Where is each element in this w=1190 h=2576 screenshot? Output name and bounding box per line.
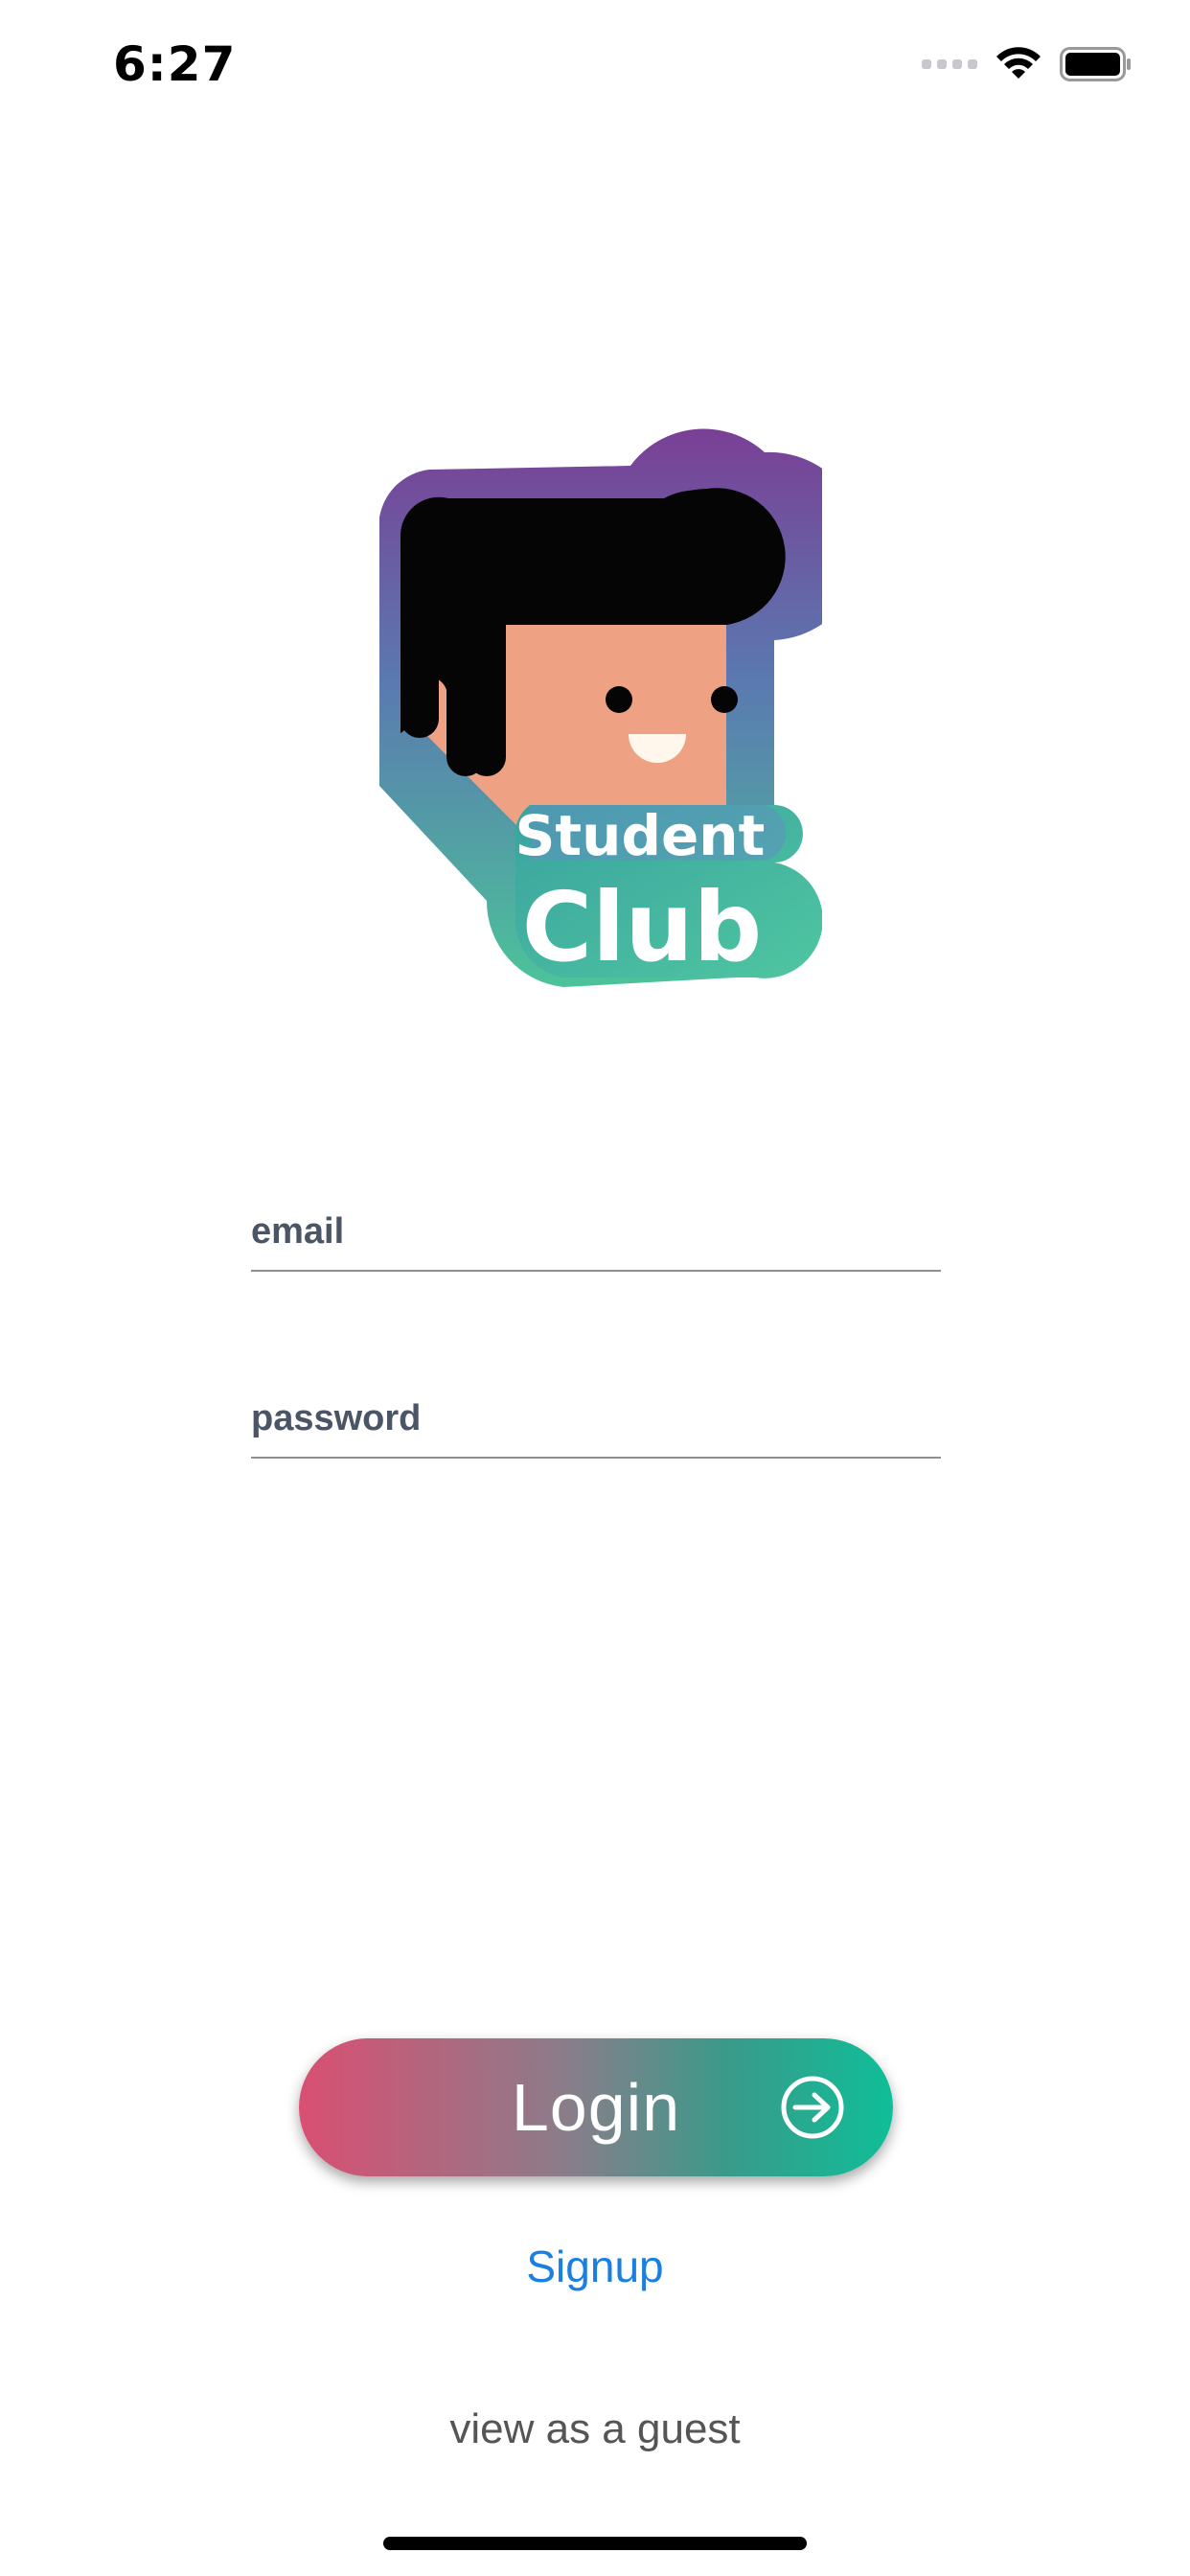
status-time: 6:27 [113,36,237,92]
status-icons [922,40,1133,88]
student-club-logo: Student Club [379,428,822,987]
arrow-right-circle-icon [781,2076,844,2139]
email-input[interactable] [251,1211,941,1270]
email-field[interactable] [251,1211,941,1272]
login-button-label: Login [511,2070,681,2145]
password-input[interactable] [251,1398,941,1457]
guest-link[interactable]: view as a guest [0,2405,1190,2453]
battery-icon [1060,47,1131,81]
cellular-signal-icon [922,59,977,69]
login-button[interactable]: Login [299,2038,893,2176]
password-field[interactable] [251,1398,941,1459]
signup-link[interactable]: Signup [0,2241,1190,2292]
home-indicator [383,2537,807,2550]
wifi-icon [996,47,1041,79]
logo-line1: Student [515,803,766,868]
logo-line2: Club [522,871,762,983]
